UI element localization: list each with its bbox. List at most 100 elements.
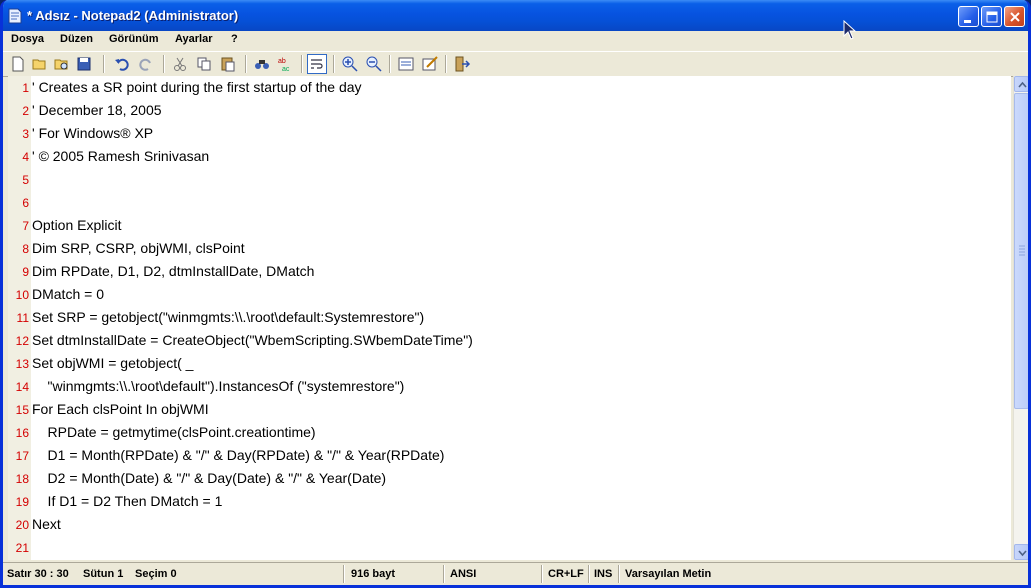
redo-icon[interactable] xyxy=(137,55,155,73)
editor-line[interactable]: 7 Option Explicit xyxy=(8,214,1011,237)
line-number: 10 xyxy=(15,288,29,302)
editor-line[interactable]: 19 If D1 = D2 Then DMatch = 1 xyxy=(8,490,1011,513)
toolbar-separator xyxy=(445,55,447,73)
line-text: Set dtmInstallDate = CreateObject("WbemS… xyxy=(32,332,473,348)
line-text: "winmgmts:\\.\root\default").InstancesOf… xyxy=(32,378,405,394)
vertical-scrollbar[interactable] xyxy=(1013,76,1028,560)
mouse-pointer-icon xyxy=(843,20,857,40)
minimize-button[interactable] xyxy=(958,6,979,27)
menu-ayarlar[interactable]: Ayarlar xyxy=(175,33,213,45)
status-line-ending[interactable]: CR+LF xyxy=(548,568,584,580)
menu-dosya[interactable]: Dosya xyxy=(11,33,44,45)
toolbar-separator xyxy=(333,55,335,73)
editor-line[interactable]: 11 Set SRP = getobject("winmgmts:\\.\root… xyxy=(8,306,1011,329)
find-icon[interactable] xyxy=(253,55,271,73)
editor-line[interactable]: 18 D2 = Month(Date) & "/" & Day(Date) & … xyxy=(8,467,1011,490)
editor-line[interactable]: 6 xyxy=(8,191,1011,214)
save-icon[interactable] xyxy=(75,55,93,73)
zoom-in-icon[interactable] xyxy=(341,55,359,73)
scroll-up-button[interactable] xyxy=(1014,76,1028,92)
editor-line[interactable]: 15 For Each clsPoint In objWMI xyxy=(8,398,1011,421)
toolbar-separator xyxy=(389,55,391,73)
scroll-down-button[interactable] xyxy=(1014,544,1028,560)
line-text: D2 = Month(Date) & "/" & Day(Date) & "/"… xyxy=(32,470,387,486)
line-number: 15 xyxy=(15,403,29,417)
status-separator xyxy=(343,565,345,583)
editor-line[interactable]: 1 ' Creates a SR point during the first s… xyxy=(8,76,1011,99)
line-text: ' © 2005 Ramesh Srinivasan xyxy=(32,148,210,164)
copy-icon[interactable] xyxy=(195,55,213,73)
text-editor[interactable]: 1 ' Creates a SR point during the first s… xyxy=(8,76,1011,560)
line-number: 5 xyxy=(22,173,29,187)
line-number: 7 xyxy=(22,219,29,233)
status-column: Sütun 1 xyxy=(83,568,124,580)
line-number: 19 xyxy=(15,495,29,509)
paste-icon[interactable] xyxy=(219,55,237,73)
line-number: 18 xyxy=(15,472,29,486)
line-number: 21 xyxy=(15,541,29,555)
status-scheme[interactable]: Varsayılan Metin xyxy=(625,568,711,580)
browse-icon[interactable] xyxy=(53,55,71,73)
status-position: Satır 30 : 30 xyxy=(7,568,69,580)
scroll-thumb[interactable] xyxy=(1014,93,1028,409)
new-file-icon[interactable] xyxy=(9,55,27,73)
line-text: If D1 = D2 Then DMatch = 1 xyxy=(32,493,223,509)
editor-line[interactable]: 9 Dim RPDate, D1, D2, dtmInstallDate, DMa… xyxy=(8,260,1011,283)
scheme-icon[interactable] xyxy=(397,55,415,73)
zoom-out-icon[interactable] xyxy=(365,55,383,73)
editor-line[interactable]: 20 Next xyxy=(8,513,1011,536)
maximize-button[interactable] xyxy=(981,6,1002,27)
line-text: Set objWMI = getobject( _ xyxy=(32,355,194,371)
undo-icon[interactable] xyxy=(113,55,131,73)
editor-line[interactable]: 16 RPDate = getmytime(clsPoint.creationt… xyxy=(8,421,1011,444)
line-text: For Each clsPoint In objWMI xyxy=(32,401,209,417)
editor-line[interactable]: 17 D1 = Month(RPDate) & "/" & Day(RPDate… xyxy=(8,444,1011,467)
line-number: 9 xyxy=(22,265,29,279)
status-insert-mode[interactable]: INS xyxy=(594,568,612,580)
menu-help[interactable]: ? xyxy=(231,33,238,45)
status-encoding[interactable]: ANSI xyxy=(450,568,476,580)
editor-line[interactable]: 2 ' December 18, 2005 xyxy=(8,99,1011,122)
svg-text:ab: ab xyxy=(278,58,286,65)
line-number: 6 xyxy=(22,196,29,210)
editor-line[interactable]: 8 Dim SRP, CSRP, objWMI, clsPoint xyxy=(8,237,1011,260)
open-folder-icon[interactable] xyxy=(31,55,49,73)
line-text: Option Explicit xyxy=(32,217,122,233)
status-selection: Seçim 0 xyxy=(135,568,177,580)
line-number: 11 xyxy=(16,311,29,325)
grip-icon xyxy=(1019,245,1025,256)
line-number: 3 xyxy=(22,127,29,141)
editor-line[interactable]: 13 Set objWMI = getobject( _ xyxy=(8,352,1011,375)
exit-icon[interactable] xyxy=(453,55,471,73)
minimize-icon xyxy=(964,20,971,23)
line-number: 13 xyxy=(15,357,29,371)
replace-icon[interactable]: abac xyxy=(277,55,295,73)
editor-line[interactable]: 12 Set dtmInstallDate = CreateObject("Wbe… xyxy=(8,329,1011,352)
cut-icon[interactable] xyxy=(171,55,189,73)
close-button[interactable] xyxy=(1004,6,1025,27)
editor-line[interactable]: 14 "winmgmts:\\.\root\default").Instance… xyxy=(8,375,1011,398)
toolbar-separator xyxy=(103,55,105,73)
menu-duzen[interactable]: Düzen xyxy=(60,33,93,45)
line-text: D1 = Month(RPDate) & "/" & Day(RPDate) &… xyxy=(32,447,445,463)
editor-line[interactable]: 10 DMatch = 0 xyxy=(8,283,1011,306)
editor-line[interactable]: 4 ' © 2005 Ramesh Srinivasan xyxy=(8,145,1011,168)
word-wrap-icon[interactable] xyxy=(307,54,327,74)
line-number: 14 xyxy=(15,380,29,394)
line-number: 12 xyxy=(15,334,29,348)
editor-line[interactable]: 5 xyxy=(8,168,1011,191)
toolbar-separator xyxy=(245,55,247,73)
title-bar[interactable]: * Adsız - Notepad2 (Administrator) xyxy=(3,0,1028,31)
status-separator xyxy=(618,565,620,583)
editor-line[interactable]: 21 xyxy=(8,536,1011,559)
toolbar-separator xyxy=(163,55,165,73)
notepad2-window: * Adsız - Notepad2 (Administrator) Dosya… xyxy=(0,0,1031,588)
line-text: DMatch = 0 xyxy=(32,286,104,302)
line-number: 4 xyxy=(22,150,29,164)
line-number: 16 xyxy=(15,426,29,440)
notepad-app-icon xyxy=(8,8,22,24)
line-text: ' Creates a SR point during the first st… xyxy=(32,79,362,95)
menu-gorunum[interactable]: Görünüm xyxy=(109,33,159,45)
customize-icon[interactable] xyxy=(421,55,439,73)
editor-line[interactable]: 3 ' For Windows® XP xyxy=(8,122,1011,145)
